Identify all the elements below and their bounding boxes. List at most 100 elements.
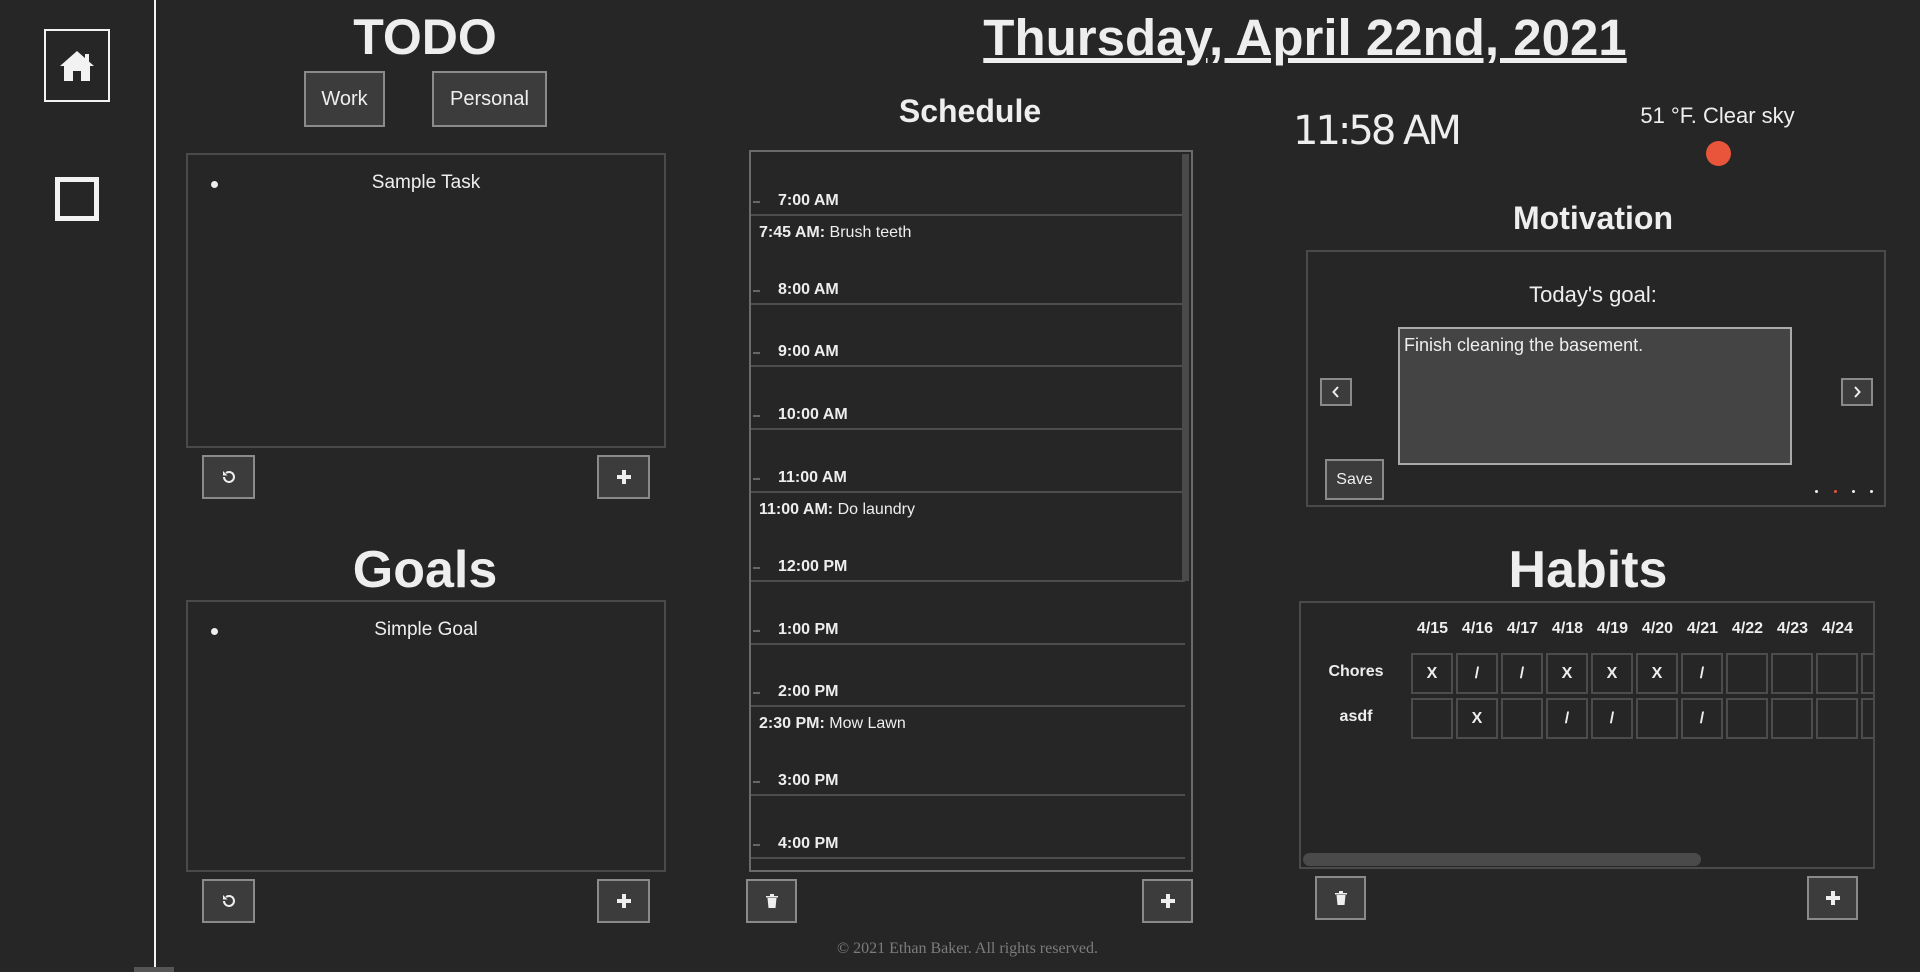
hour-divider [751,580,1185,582]
chevron-left-icon [1332,386,1339,398]
habit-cell[interactable] [1411,698,1453,739]
schedule-delete-button[interactable] [746,879,797,923]
hour-label: 12:00 PM [778,558,848,575]
page-dot[interactable] [1852,490,1855,493]
habits-scrollbar[interactable] [1303,853,1701,866]
date-header: 4/24 [1821,620,1854,637]
habit-cell[interactable] [1816,653,1858,694]
plus-icon [1160,894,1175,908]
habit-cell[interactable]: / [1546,698,1588,739]
weather-text: 51 °F. Clear sky [1640,103,1795,128]
habit-cell[interactable] [1726,698,1768,739]
date-header: 4/15 [1416,620,1449,637]
schedule-scrollbar[interactable] [1182,154,1189,581]
habit-cell[interactable]: / [1591,698,1633,739]
habit-cell[interactable] [1636,698,1678,739]
habits-delete-button[interactable] [1315,876,1366,920]
habit-cell[interactable]: / [1501,653,1543,694]
sidebar-handle [134,967,174,972]
habit-cell[interactable] [1771,698,1813,739]
square-outline-icon[interactable] [55,177,99,221]
hour-tick [753,478,760,480]
next-button[interactable] [1841,378,1873,406]
habit-name: Chores [1328,663,1384,680]
habit-cell[interactable]: / [1681,653,1723,694]
home-icon [60,50,94,81]
clock: 11:58 AM [1293,108,1462,154]
habit-cell[interactable]: X [1546,653,1588,694]
date-header: 4/22 [1731,620,1764,637]
hour-divider [751,794,1185,796]
trash-icon [1334,891,1347,905]
goal-textarea[interactable]: Finish cleaning the basement. [1398,327,1792,465]
habit-cell[interactable] [1816,698,1858,739]
refresh-icon [222,471,235,483]
plus-icon [1825,891,1840,905]
habit-cell[interactable]: / [1681,698,1723,739]
date-header: 4/17 [1506,620,1539,637]
page-dot[interactable] [1870,490,1873,493]
habit-cell[interactable]: X [1411,653,1453,694]
hour-label: 7:00 AM [778,192,839,209]
habit-cell[interactable]: X [1636,653,1678,694]
goals-title: Goals [352,541,498,599]
hour-divider [751,214,1185,216]
habits-table: 4/15 4/16 4/17 4/18 4/19 4/20 4/21 4/22 … [1299,601,1875,869]
page-dot-active[interactable] [1834,490,1837,493]
hour-tick [753,201,760,203]
hour-tick [753,781,760,783]
habit-cell[interactable] [1771,653,1813,694]
hour-label: 11:00 AM [778,469,847,486]
schedule-add-button[interactable] [1142,879,1193,923]
date-header: 4/18 [1551,620,1584,637]
page-dot[interactable] [1815,490,1818,493]
home-button[interactable] [44,29,110,102]
event-time: 2:30 PM: [759,715,825,732]
goals-list: Simple Goal [186,600,666,872]
hour-tick [753,352,760,354]
motivation-title: Motivation [1513,200,1673,236]
habit-cell[interactable] [1501,698,1543,739]
schedule-panel[interactable]: 7:00 AM 7:45 AM: Brush teeth 8:00 AM 9:0… [749,150,1193,872]
habit-cell[interactable]: X [1591,653,1633,694]
hour-tick [753,692,760,694]
plus-icon [616,894,631,908]
todo-reset-button[interactable] [202,455,255,499]
hour-label: 9:00 AM [778,343,839,360]
chevron-right-icon [1854,386,1861,398]
sidebar-divider [154,0,156,972]
date-header: 4 [1860,620,1873,638]
date-title: Thursday, April 22nd, 2021 [983,9,1627,66]
goals-reset-button[interactable] [202,879,255,923]
trash-icon [765,894,778,908]
goal-label: Today's goal: [1529,282,1657,307]
schedule-event[interactable]: 7:45 AM: Brush teeth [759,224,911,242]
habits-add-button[interactable] [1807,876,1858,920]
hour-label: 10:00 AM [778,406,848,423]
todo-list: Sample Task [186,153,666,448]
hour-divider [751,303,1185,305]
todo-item[interactable]: Sample Task [188,172,664,194]
habits-title: Habits [1508,541,1668,599]
habit-name: asdf [1339,708,1373,725]
date-header: 4/16 [1461,620,1494,637]
event-time: 7:45 AM: [759,224,826,241]
habit-cell[interactable] [1861,653,1873,694]
goal-item[interactable]: Simple Goal [188,619,664,641]
save-button[interactable]: Save [1325,459,1384,500]
habit-cell[interactable] [1726,653,1768,694]
footer-copyright: © 2021 Ethan Baker. All rights reserved. [837,940,1098,957]
habit-cell[interactable] [1861,698,1873,739]
schedule-title: Schedule [898,93,1042,129]
hour-tick [753,567,760,569]
tab-work[interactable]: Work [304,71,385,127]
tab-personal[interactable]: Personal [432,71,547,127]
plus-icon [616,470,631,484]
schedule-event[interactable]: 2:30 PM: Mow Lawn [759,715,906,733]
habit-cell[interactable]: / [1456,653,1498,694]
todo-add-button[interactable] [597,455,650,499]
goals-add-button[interactable] [597,879,650,923]
schedule-event[interactable]: 11:00 AM: Do laundry [759,501,915,519]
habit-cell[interactable]: X [1456,698,1498,739]
prev-button[interactable] [1320,378,1352,406]
